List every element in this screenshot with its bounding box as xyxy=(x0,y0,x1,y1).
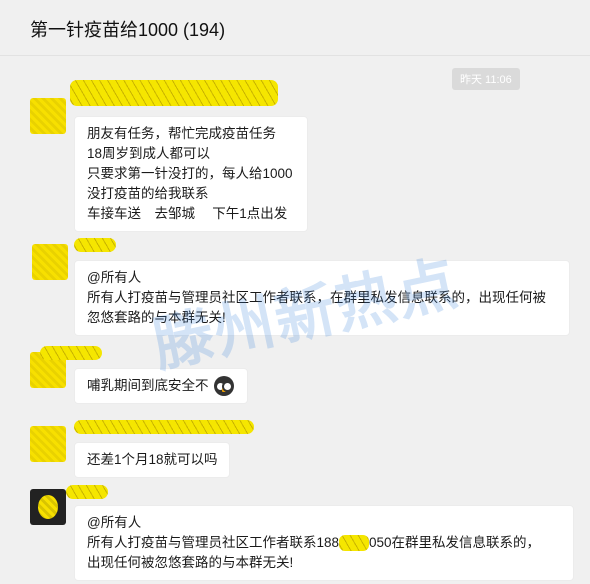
mention-text: @所有人 xyxy=(87,270,142,285)
message-line: 只要求第一针没打的，每人给1000 xyxy=(87,166,293,181)
message-text-part: 050在群里私发信息联系的， xyxy=(369,535,541,550)
message-text: 出现任何被忽悠套路的与本群无关! xyxy=(87,555,294,570)
mention-text: @所有人 xyxy=(87,515,142,530)
redacted-sender-name xyxy=(70,80,278,106)
message-bubble[interactable]: @所有人 所有人打疫苗与管理员社区工作者联系188 050在群里私发信息联系的， … xyxy=(74,505,574,581)
avatar[interactable] xyxy=(32,244,68,280)
avatar[interactable] xyxy=(30,489,66,525)
message-line: 18周岁到成人都可以 xyxy=(87,146,211,161)
message-line: 车接车送 去邹城 下午1点出发 xyxy=(87,206,288,221)
message-text: 哺乳期间到底安全不 xyxy=(87,378,209,393)
message-bubble[interactable]: 还差1个月18就可以吗 xyxy=(74,442,230,478)
message-text: 所有人打疫苗与管理员社区工作者联系，在群里私发信息联系的，出现任何被忽悠套路的与… xyxy=(87,290,546,325)
redacted-sender-name xyxy=(66,485,108,499)
redacted-sender-name xyxy=(40,346,102,360)
avatar[interactable] xyxy=(30,426,66,462)
message-line: 没打疫苗的给我联系 xyxy=(87,186,209,201)
message-text-part: 所有人打疫苗与管理员社区工作者联系188 xyxy=(87,535,340,550)
message-line: 朋友有任务，帮忙完成疫苗任务 xyxy=(87,126,276,141)
owl-emoji-icon xyxy=(214,376,235,397)
message-bubble[interactable]: @所有人 所有人打疫苗与管理员社区工作者联系，在群里私发信息联系的，出现任何被忽… xyxy=(74,260,570,336)
message-timestamp: 昨天 11:06 xyxy=(452,68,520,90)
message-text: 所有人打疫苗与管理员社区工作者联系188 050在群里私发信息联系的， xyxy=(87,533,561,553)
message-bubble[interactable]: 哺乳期间到底安全不 xyxy=(74,368,248,405)
redacted-sender-name xyxy=(74,420,254,434)
avatar[interactable] xyxy=(30,98,66,134)
chat-header: 第一针疫苗给1000 (194) xyxy=(0,0,590,56)
message-text: 还差1个月18就可以吗 xyxy=(87,452,218,467)
chat-title: 第一针疫苗给1000 (194) xyxy=(30,20,226,40)
redacted-sender-name xyxy=(74,238,116,252)
redacted-phone-number xyxy=(339,535,370,552)
message-bubble[interactable]: 朋友有任务，帮忙完成疫苗任务 18周岁到成人都可以 只要求第一针没打的，每人给1… xyxy=(74,116,308,232)
chat-area[interactable]: 昨天 11:06 朋友有任务，帮忙完成疫苗任务 18周岁到成人都可以 只要求第一… xyxy=(0,56,590,584)
